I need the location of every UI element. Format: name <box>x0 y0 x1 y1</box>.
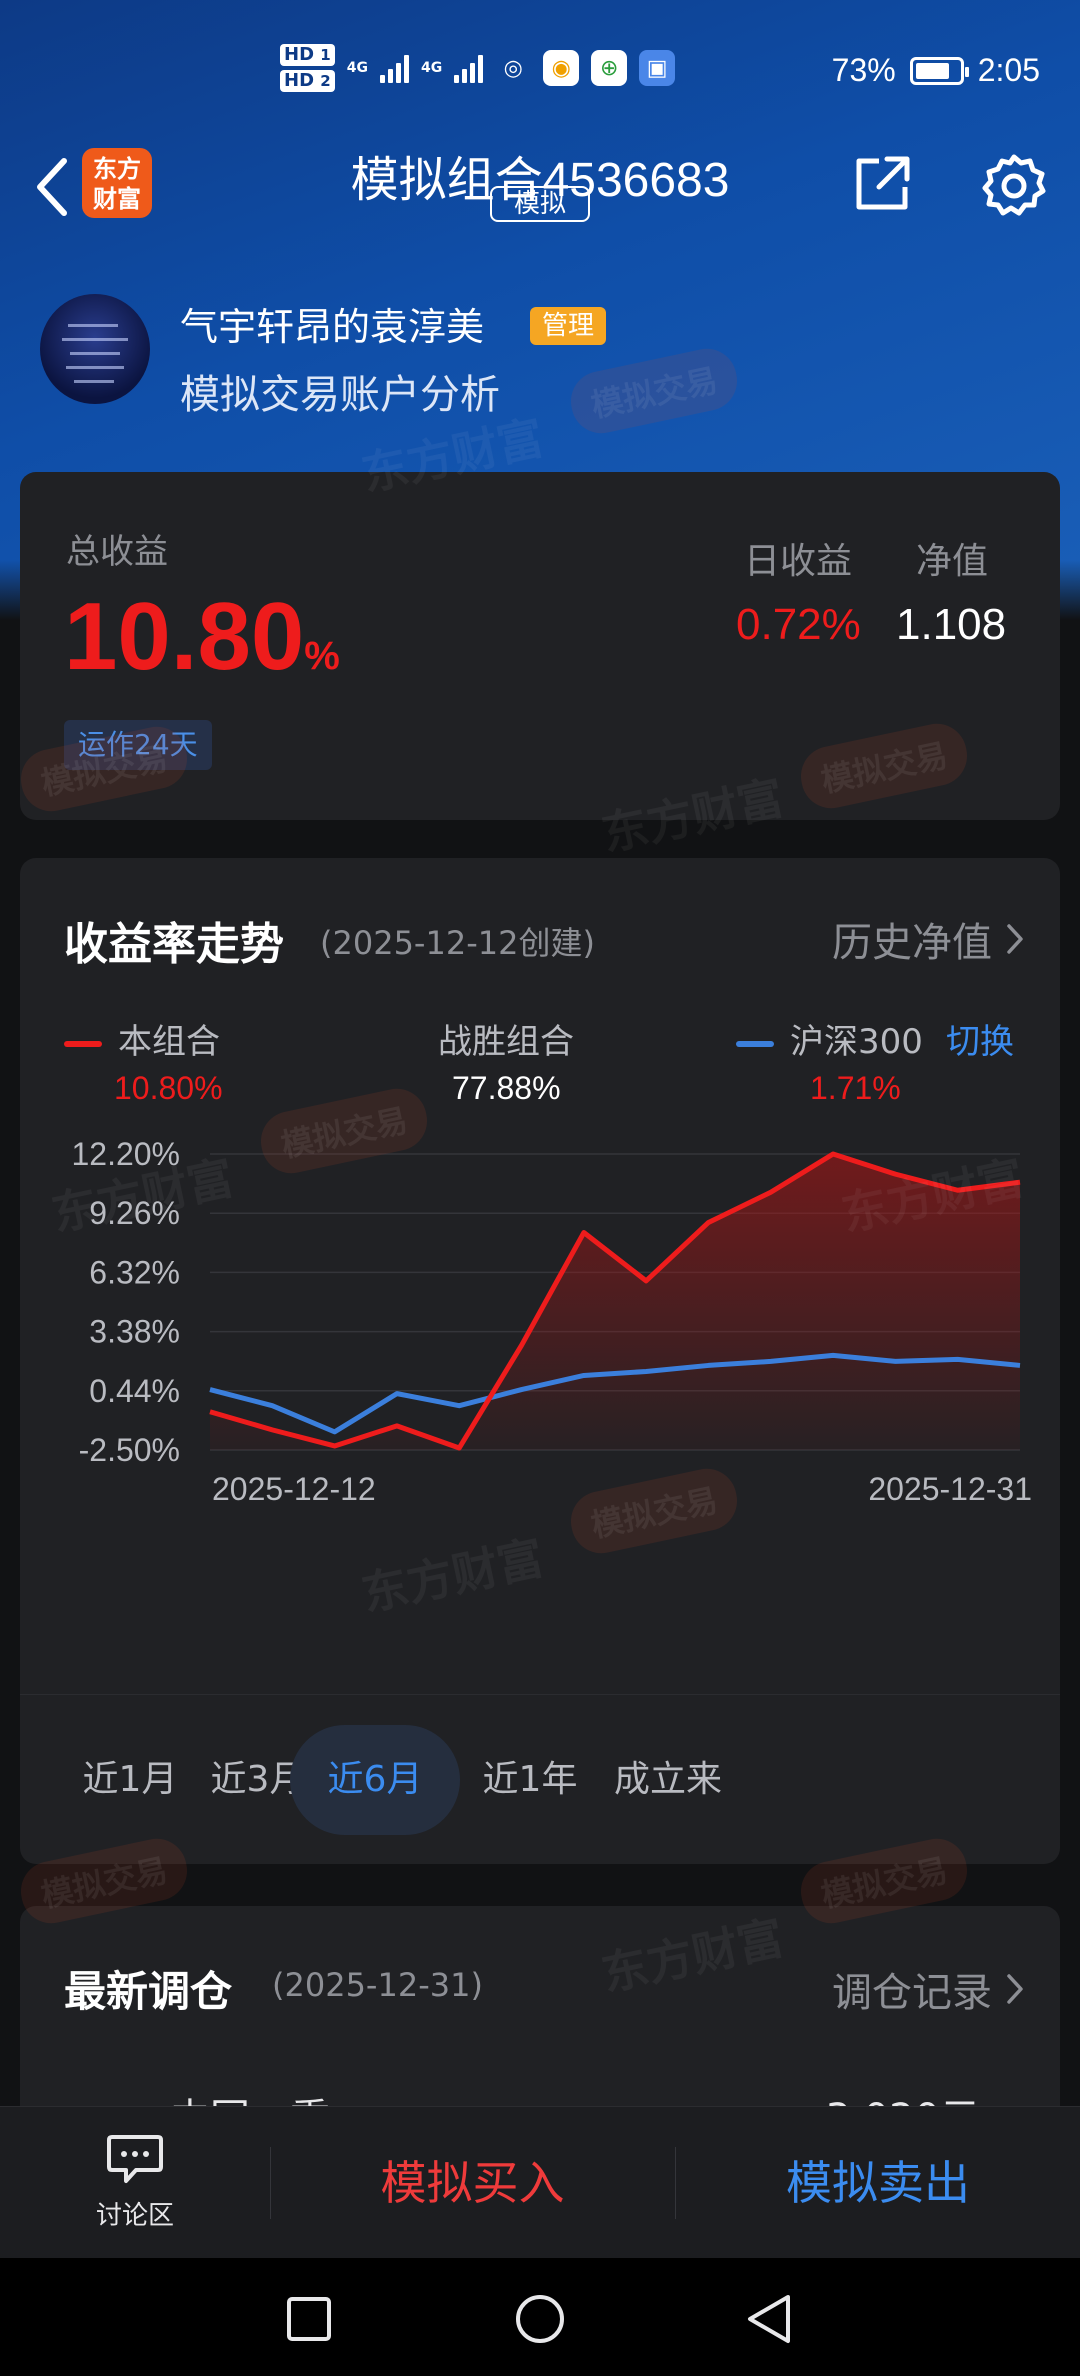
y-tick-label: -2.50% <box>79 1432 180 1468</box>
notification-app-icon: ▣ <box>639 50 676 86</box>
return-line-chart[interactable]: 12.20% 9.26% 6.32% 3.38% 0.44% -2.50% 2025-12-… <box>20 1138 1060 1518</box>
nav-value: 1.108 <box>896 600 1007 649</box>
nav-bar: 东方财富 模拟组合4536683 模拟 <box>0 140 1080 250</box>
profile-section: 气宇轩昂的袁淳美 管理 模拟交易账户分析 <box>40 292 1040 418</box>
notification-app-icon: ⊕ <box>591 50 628 86</box>
legend-portfolio[interactable]: 本组合 <box>64 1014 220 1063</box>
battery-percent: 73% <box>831 52 896 88</box>
y-tick-label: 0.44% <box>89 1373 180 1409</box>
rebalance-title: 最新调仓 <box>64 1967 233 2016</box>
legend-beat-portfolio: 战胜组合 <box>438 1022 574 1062</box>
square-icon <box>287 2297 331 2341</box>
notification-app-icon: ◉ <box>543 50 580 86</box>
total-return-value: 10.80% <box>64 583 340 690</box>
share-button[interactable] <box>844 146 920 222</box>
range-tab[interactable]: 近6月 <box>290 1725 460 1835</box>
username[interactable]: 气宇轩昂的袁淳美 <box>180 296 484 351</box>
simulated-badge: 模拟 <box>490 186 590 222</box>
simulate-buy-button[interactable]: 模拟买入 <box>270 2107 675 2259</box>
total-return-label: 总收益 <box>66 532 168 572</box>
home-button[interactable] <box>505 2284 575 2354</box>
simulate-sell-button[interactable]: 模拟卖出 <box>676 2107 1080 2259</box>
admin-badge: 管理 <box>530 307 607 345</box>
status-right: 73% 2:05 <box>832 52 1040 89</box>
runtime-badge: 运作24天 <box>64 720 212 770</box>
status-left-icons: HD 1 HD 2 4G 4G ◎ ◉ ⊕ ▣ <box>280 44 676 92</box>
signal-icon-1 <box>379 53 409 83</box>
series-area-0 <box>210 1154 1020 1450</box>
y-tick-label: 9.26% <box>89 1195 180 1231</box>
circle-icon <box>516 2295 564 2343</box>
notification-app-icon: ◎ <box>503 55 523 81</box>
trend-created-date: (2025-12-12创建) <box>320 924 595 962</box>
switch-benchmark-link[interactable]: 切换 <box>946 1014 1014 1063</box>
legend-line-red <box>64 1040 102 1047</box>
range-tab[interactable]: 近1月 <box>60 1725 200 1835</box>
recent-apps-button[interactable] <box>274 2284 344 2354</box>
share-icon <box>856 156 910 210</box>
range-tab[interactable]: 成立来 <box>598 1725 738 1835</box>
return-trend-card: 收益率走势 (2025-12-12创建) 历史净值 本组合 10.80% 战胜组… <box>20 858 1060 1864</box>
gear-icon <box>982 154 1046 216</box>
legend-portfolio-value: 10.80% <box>114 1070 223 1106</box>
chevron-right-icon <box>1007 924 1023 954</box>
legend-benchmark-value: 1.71% <box>810 1070 901 1106</box>
clock: 2:05 <box>977 52 1040 88</box>
back-system-button[interactable] <box>734 2284 804 2354</box>
rebalance-record-link[interactable]: 调仓记录 <box>832 1960 1024 2018</box>
system-navigation-bar <box>0 2258 1080 2376</box>
network-type-1: 4G <box>346 60 368 76</box>
chat-bubble-icon <box>107 2135 163 2183</box>
time-range-tabs: 近1月 近3月 近6月 近1年 成立来 <box>20 1694 1060 1835</box>
legend-line-blue <box>736 1040 774 1047</box>
bottom-action-bar: 讨论区 模拟买入 模拟卖出 <box>0 2106 1080 2258</box>
y-tick-label: 12.20% <box>71 1138 180 1172</box>
legend-benchmark[interactable]: 沪深300 <box>736 1014 923 1063</box>
battery-icon <box>909 56 969 85</box>
settings-button[interactable] <box>974 146 1054 226</box>
chevron-right-icon <box>1007 1974 1023 2004</box>
legend-beat-value: 77.88% <box>452 1070 561 1106</box>
daily-return-value: 0.72% <box>736 600 861 649</box>
daily-return-label: 日收益 <box>744 541 853 582</box>
range-tab[interactable]: 近1年 <box>460 1725 600 1835</box>
discussion-button[interactable]: 讨论区 <box>60 2133 210 2243</box>
history-nav-link[interactable]: 历史净值 <box>832 910 1024 968</box>
y-tick-label: 6.32% <box>89 1254 180 1290</box>
avatar[interactable] <box>40 294 150 404</box>
status-bar: HD 1 HD 2 4G 4G ◎ ◉ ⊕ ▣ 73% 2:05 <box>0 0 1080 140</box>
triangle-back-icon <box>748 2295 790 2343</box>
signal-icon-2 <box>454 53 484 83</box>
hd-indicator: HD 1 HD 2 <box>280 44 335 92</box>
profile-subtitle: 模拟交易账户分析 <box>180 372 500 418</box>
x-start-label: 2025-12-12 <box>212 1471 376 1507</box>
summary-card: 总收益 10.80% 运作24天 日收益 净值 0.72% 1.108 <box>20 472 1060 820</box>
latest-rebalance-card: 最新调仓 (2025-12-31) 调仓记录 中国一重 3.020元 <box>20 1906 1060 2142</box>
nav-label: 净值 <box>916 541 989 582</box>
y-tick-label: 3.38% <box>89 1314 180 1350</box>
rebalance-date: (2025-12-31) <box>272 1966 483 2004</box>
x-end-label: 2025-12-31 <box>868 1471 1032 1507</box>
network-type-2: 4G <box>420 60 443 76</box>
trend-title: 收益率走势 <box>64 919 284 970</box>
